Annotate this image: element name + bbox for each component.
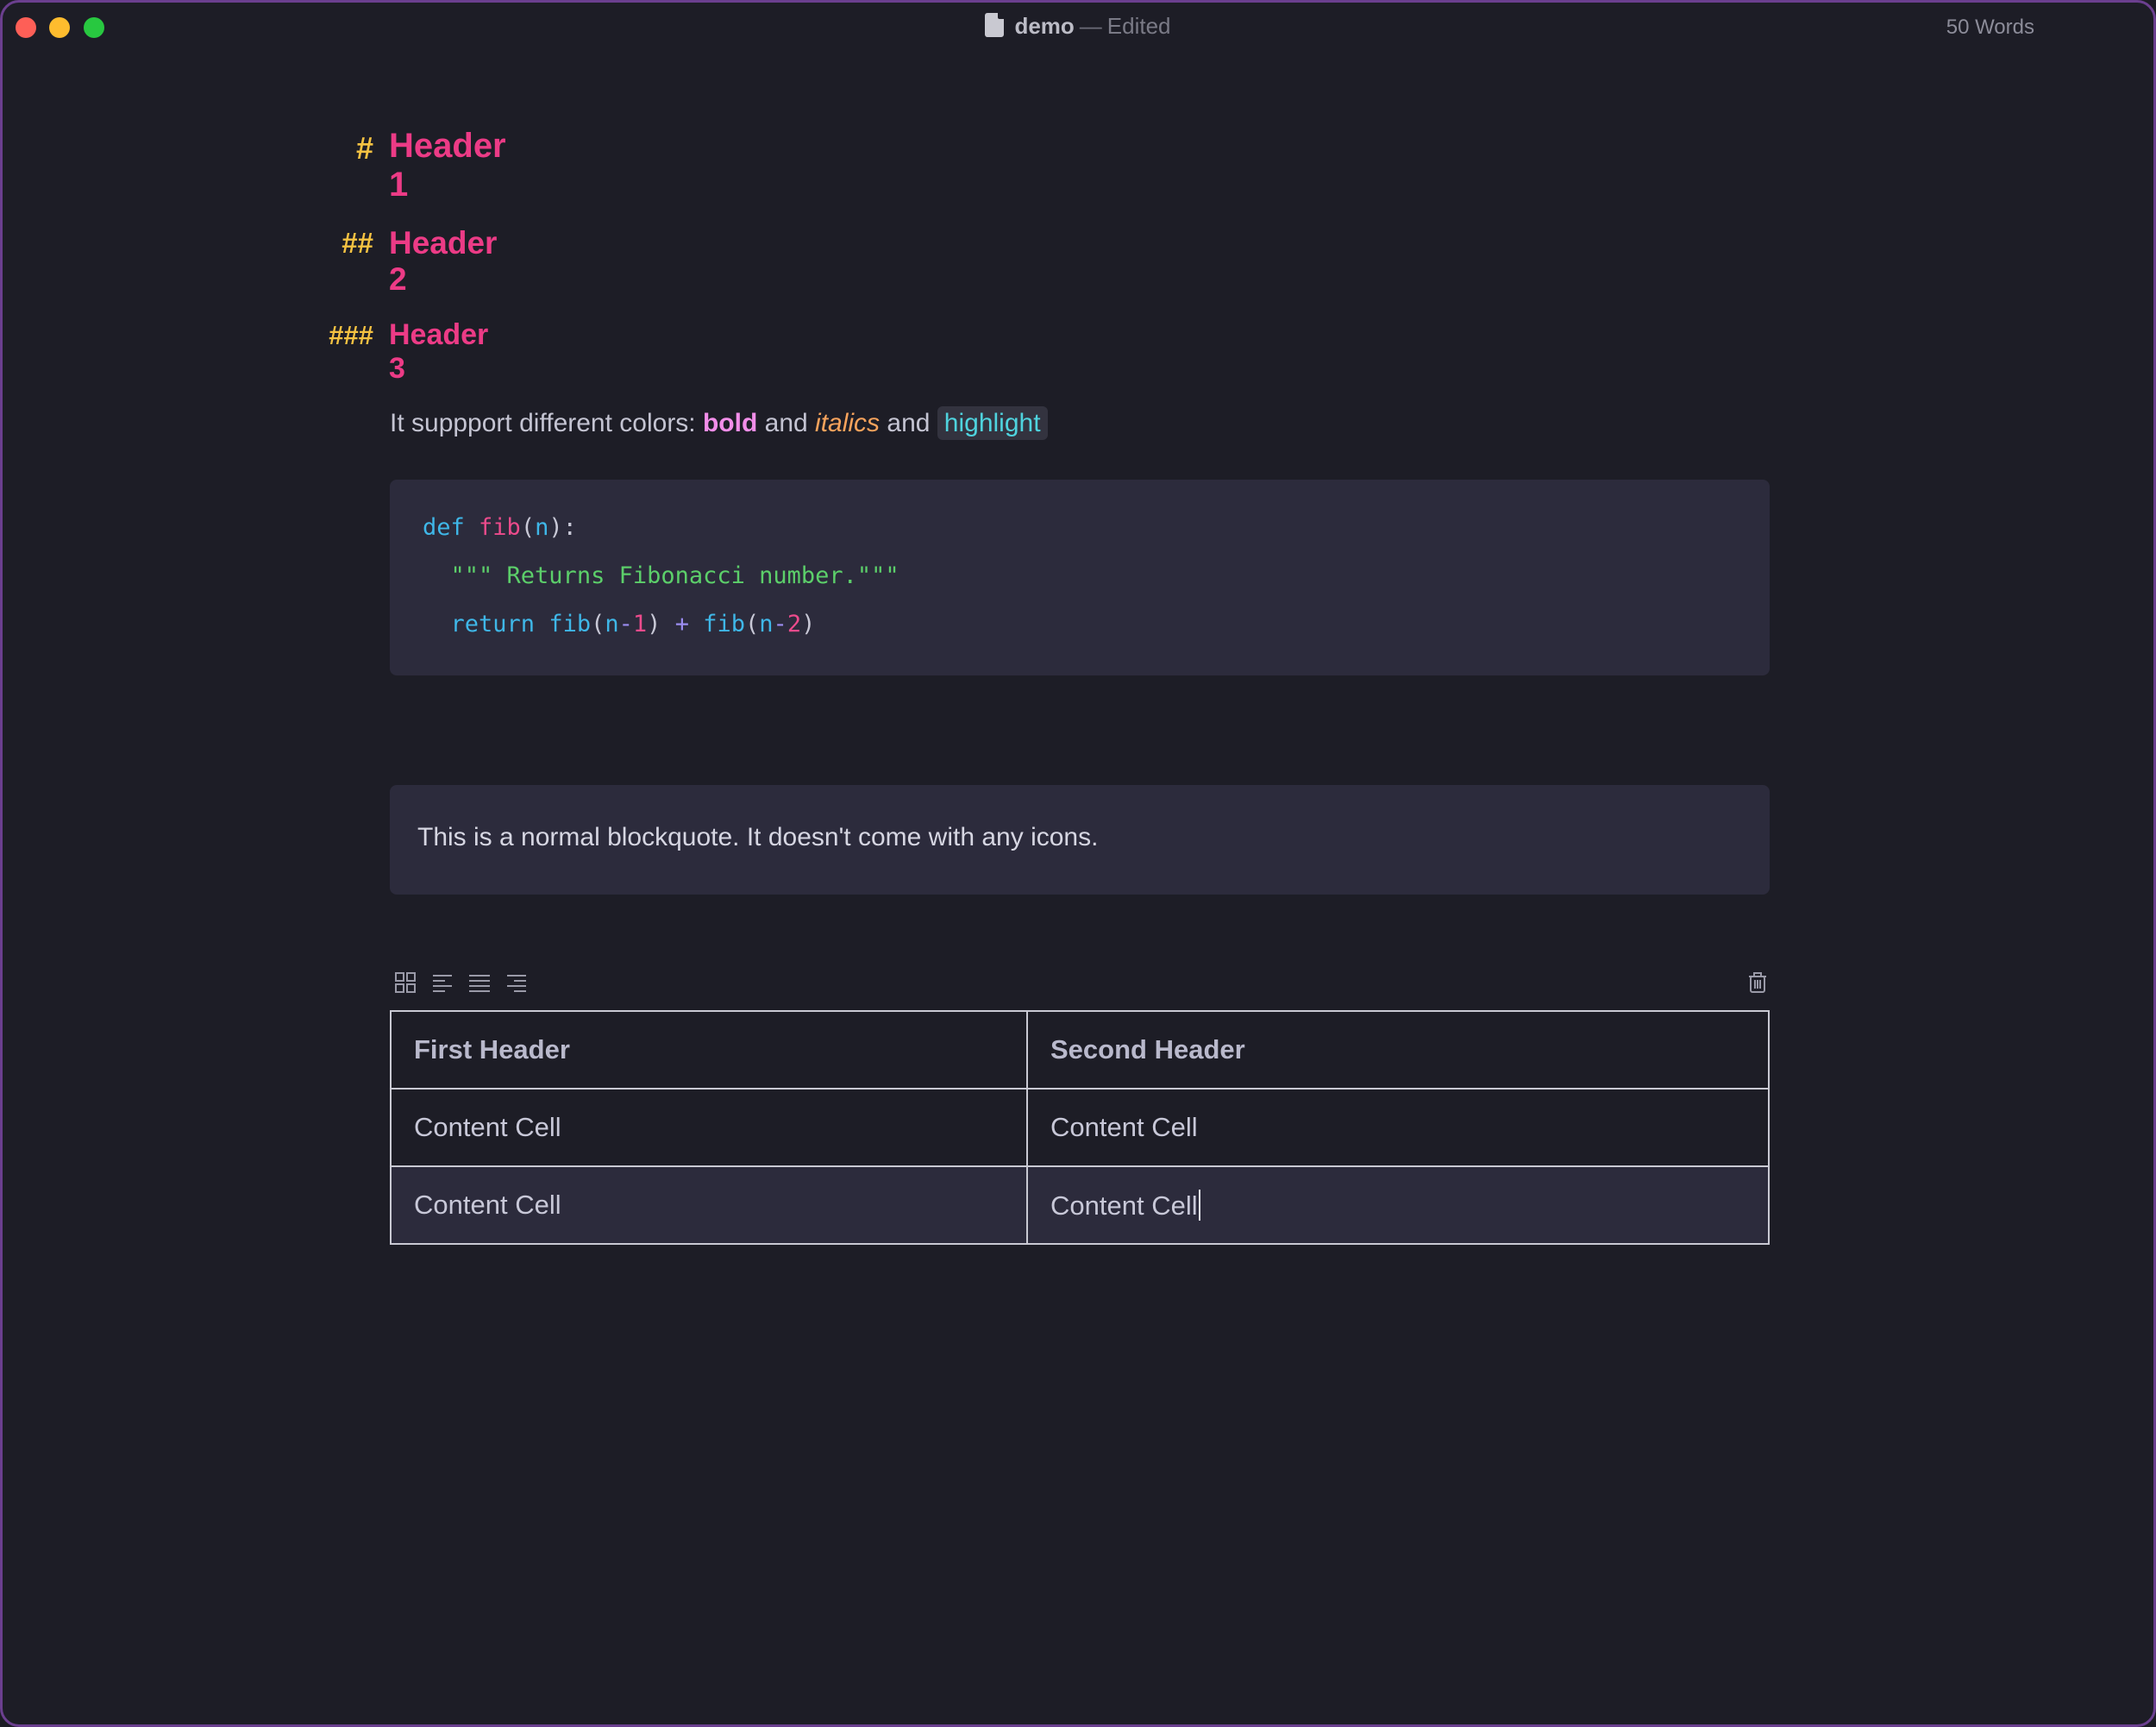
heading-text[interactable]: Header 2 bbox=[389, 225, 497, 298]
heading-marker: # bbox=[355, 130, 373, 166]
code-line: """ Returns Fibonacci number.""" bbox=[450, 562, 899, 589]
table-header-cell[interactable]: Second Header bbox=[1026, 1010, 1770, 1090]
paragraph-text: It suppport different colors: bbox=[390, 409, 703, 437]
table-row: Content Cell Content Cell bbox=[390, 1165, 1770, 1245]
table-header-row: First Header Second Header bbox=[390, 1010, 1770, 1090]
heading-text[interactable]: Header 1 bbox=[389, 127, 506, 204]
heading-marker: ### bbox=[329, 320, 373, 350]
table-cell[interactable]: Content Cell bbox=[390, 1088, 1028, 1167]
code-block[interactable]: def fib(n): """ Returns Fibonacci number… bbox=[390, 480, 1770, 675]
paragraph-text: and bbox=[757, 409, 816, 437]
grid-icon[interactable] bbox=[393, 970, 417, 995]
align-right-icon[interactable] bbox=[504, 970, 528, 995]
italic-text: italics bbox=[815, 409, 881, 437]
highlight-text: highlight bbox=[937, 406, 1048, 440]
blockquote-text: This is a normal blockquote. It doesn't … bbox=[417, 823, 1099, 851]
heading-marker: ## bbox=[342, 227, 373, 259]
paragraph-text: and bbox=[880, 409, 937, 437]
code-line: def fib(n): bbox=[423, 514, 577, 541]
code-line: return fib(n-1) + fib(n-2) bbox=[450, 611, 816, 637]
heading-text[interactable]: Header 3 bbox=[389, 318, 488, 386]
text-cursor bbox=[1198, 1189, 1200, 1221]
editor-content[interactable]: # Header 1 ## Header 2 ### Header 3 It s… bbox=[3, 3, 2153, 1724]
table-cell[interactable]: Content Cell bbox=[1026, 1088, 1770, 1167]
table-cell[interactable]: Content Cell bbox=[390, 1165, 1028, 1245]
table-cell-text: Content Cell bbox=[1050, 1190, 1198, 1221]
blockquote[interactable]: This is a normal blockquote. It doesn't … bbox=[390, 785, 1770, 895]
markdown-table[interactable]: First Header Second Header Content Cell … bbox=[390, 1010, 1770, 1245]
editor-window: demo — Edited 50 Words # Header 1 ## Heade… bbox=[0, 0, 2156, 1727]
paragraph[interactable]: It suppport different colors: bold and i… bbox=[390, 406, 1048, 440]
table-cell-active[interactable]: Content Cell bbox=[1026, 1165, 1770, 1245]
align-center-icon[interactable] bbox=[467, 970, 492, 995]
table-row: Content Cell Content Cell bbox=[390, 1088, 1770, 1167]
align-left-icon[interactable] bbox=[431, 970, 455, 995]
trash-icon[interactable] bbox=[1745, 970, 1770, 995]
table-header-cell[interactable]: First Header bbox=[390, 1010, 1028, 1090]
table-toolbar bbox=[390, 969, 1770, 998]
bold-text: bold bbox=[702, 409, 758, 437]
